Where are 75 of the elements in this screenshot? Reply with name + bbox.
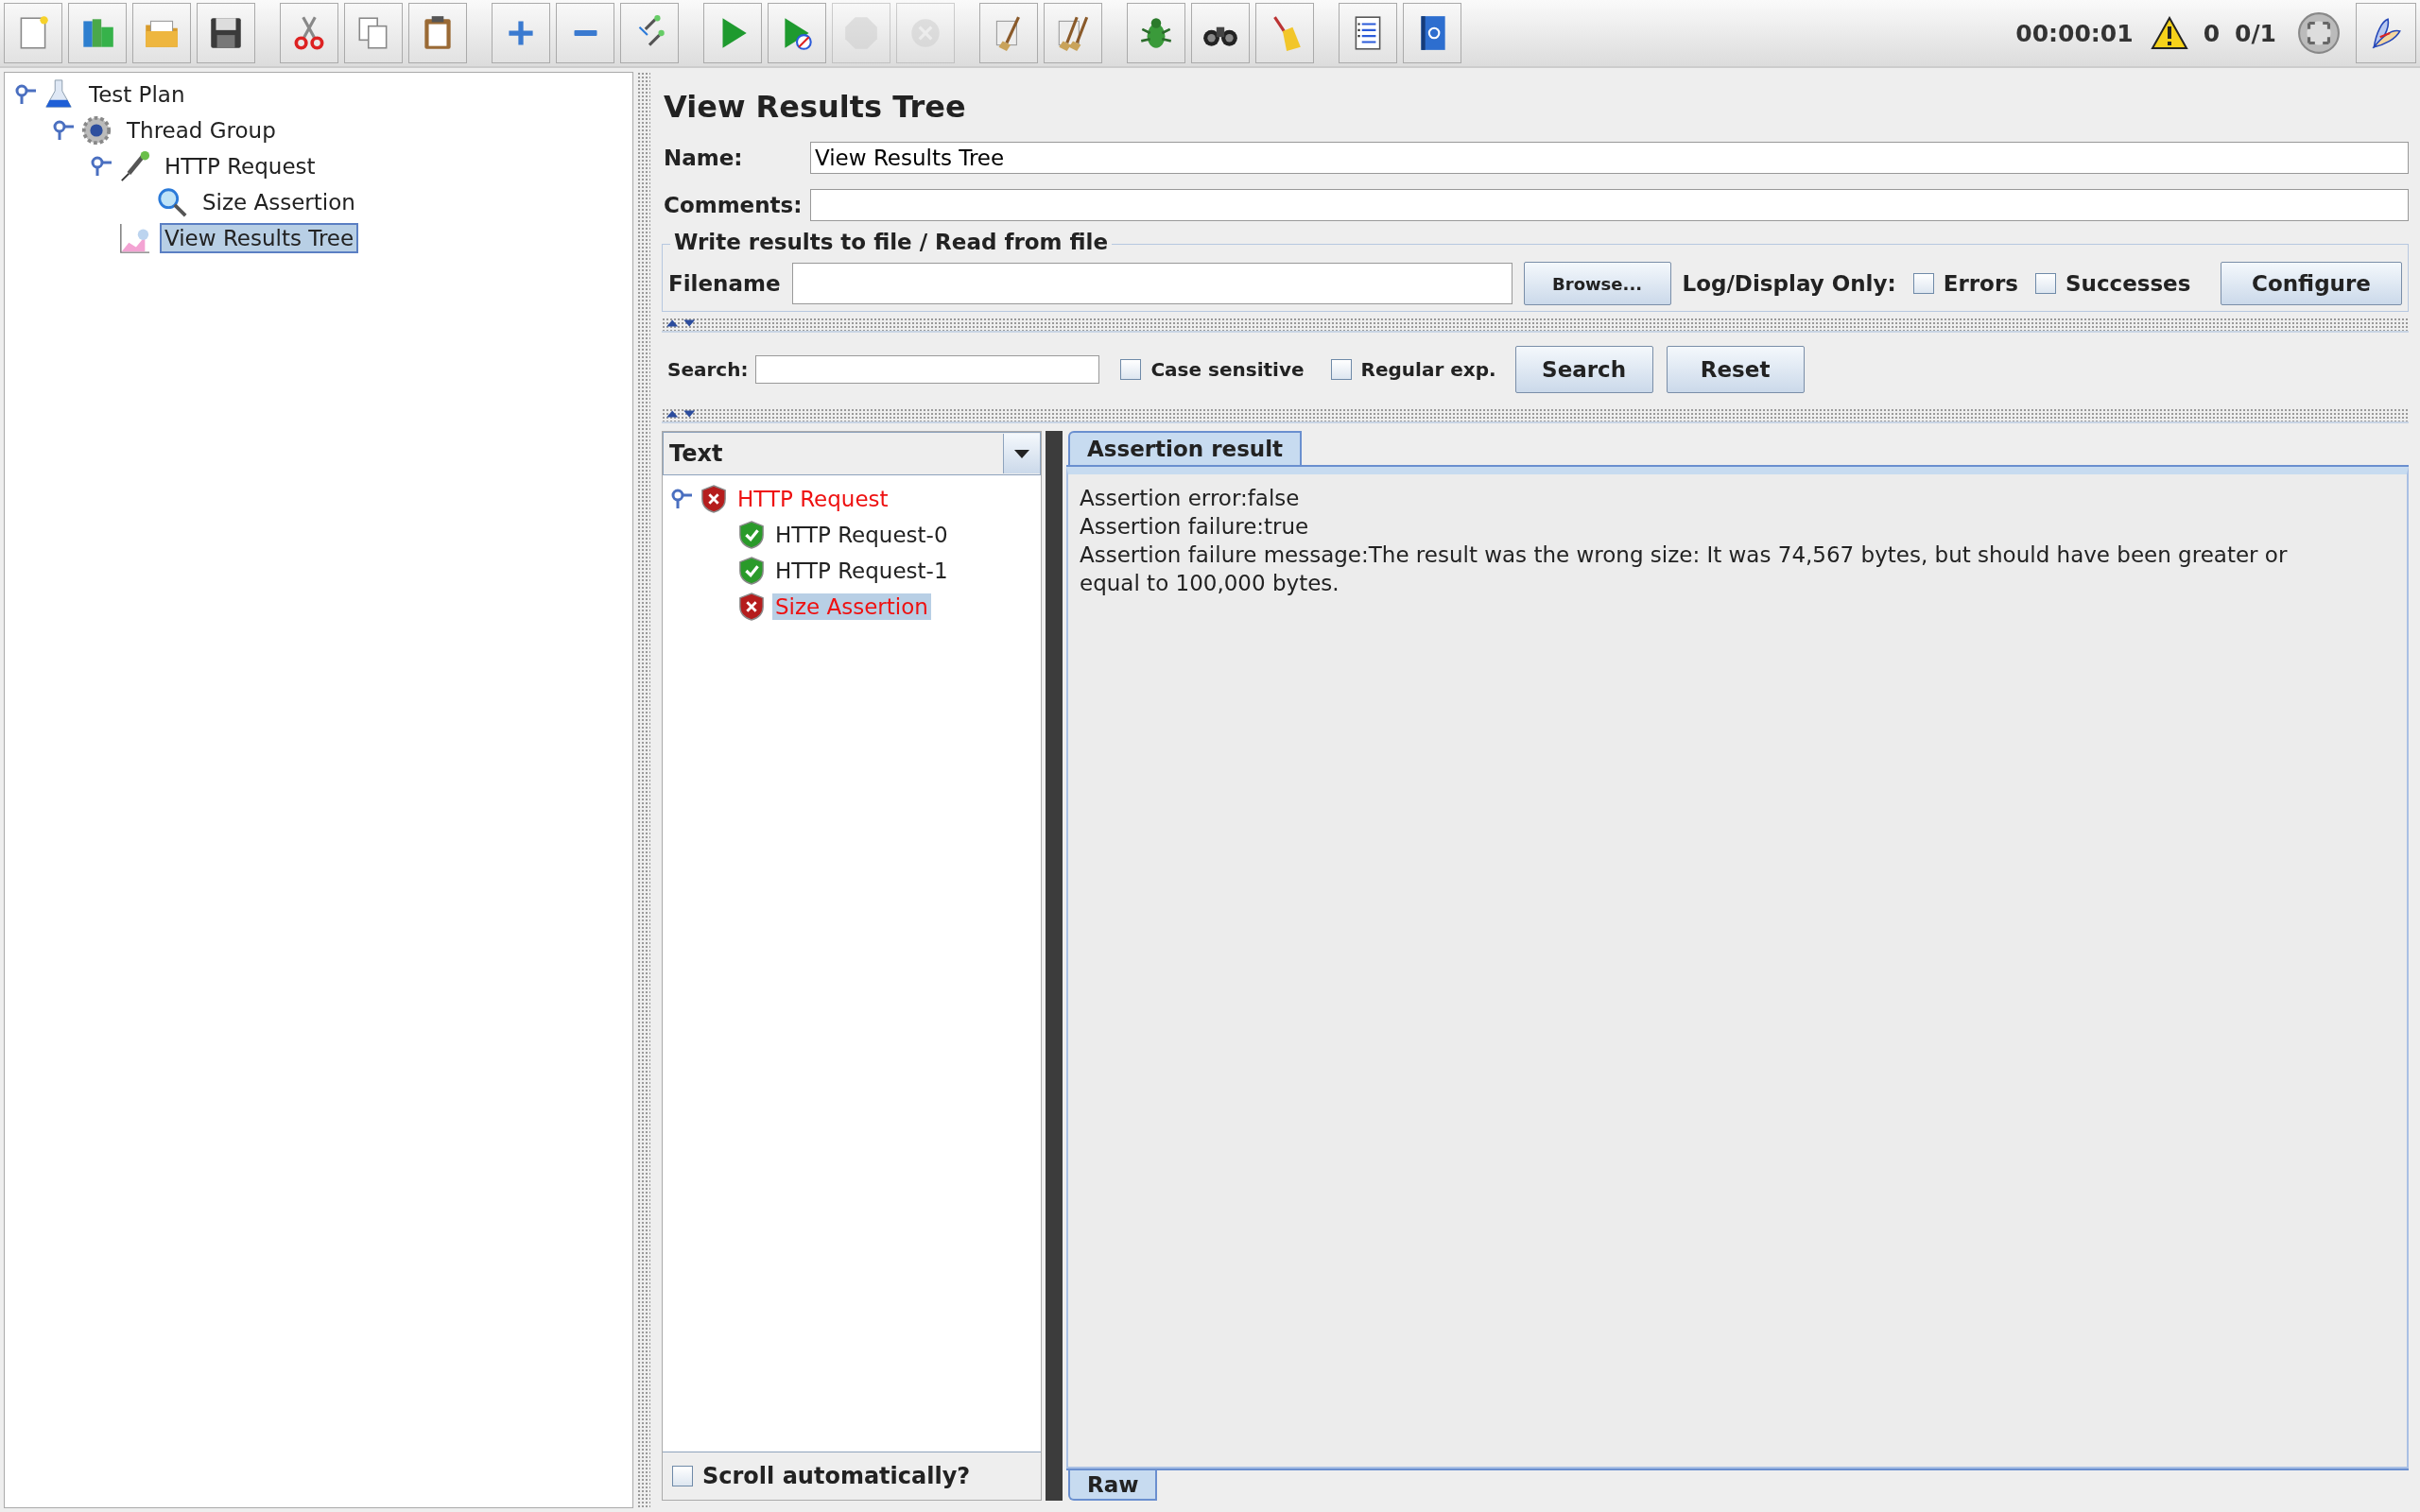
result-text-line: Assertion failure message:The result was the wrong size: It was 74,567 bytes, but should have been greater or equal to 100,000 bytes. [1080, 541, 2289, 597]
paste-button[interactable] [408, 3, 467, 63]
result-tab[interactable]: Assertion result [1068, 431, 1303, 465]
chart-icon [118, 222, 150, 254]
browse-button[interactable]: Browse... [1523, 262, 1671, 305]
comments-label: Comments: [663, 193, 804, 217]
result-item[interactable]: HTTP Request-1 [772, 558, 951, 584]
result-item[interactable]: HTTP Request [735, 486, 891, 512]
log-display-label: Log/Display Only: [1682, 271, 1896, 296]
search-button[interactable]: Search [1514, 346, 1653, 393]
error-shield-icon [700, 485, 727, 513]
tree-item[interactable]: Test Plan [84, 79, 190, 110]
search-option-checkbox[interactable]: Case sensitive [1120, 358, 1305, 381]
elapsed-time: 00:00:01 [2015, 19, 2134, 47]
name-field[interactable]: View Results Tree [810, 142, 2409, 174]
search-label: Search: [667, 358, 749, 381]
tree-item[interactable]: Thread Group [122, 115, 281, 146]
copy-button[interactable] [344, 3, 403, 63]
warning-count: 0 [2203, 19, 2221, 47]
panel-title: View Results Tree [664, 89, 967, 125]
toggle-button[interactable] [620, 3, 679, 63]
name-label: Name: [663, 146, 744, 170]
view-tab[interactable]: Raw [1068, 1470, 1158, 1501]
tree-item[interactable]: View Results Tree [160, 223, 359, 253]
result-text-line: Assertion error:false [1080, 485, 1301, 512]
feather-logo-button[interactable] [2356, 3, 2416, 63]
clear-button[interactable] [979, 3, 1038, 63]
thread-count: 0/1 [2235, 19, 2276, 47]
check-shield-icon [738, 521, 765, 549]
gear-icon [80, 114, 112, 146]
activity-indicator-icon [2297, 11, 2341, 55]
log-button[interactable] [1339, 3, 1397, 63]
expand-handle-icon[interactable] [14, 83, 37, 106]
warning-icon [2150, 16, 2188, 50]
configure-button[interactable]: Configure [2221, 262, 2402, 305]
renderer-dropdown[interactable]: Text [663, 432, 1041, 475]
broom-button[interactable] [1255, 3, 1314, 63]
flask-icon [43, 78, 75, 111]
cut-button[interactable] [280, 3, 338, 63]
result-text-line: Assertion failure:true [1080, 513, 1310, 541]
filename-field[interactable] [791, 263, 1512, 304]
minus-icon [572, 29, 598, 37]
scroll-automatically-checkbox[interactable]: Scroll automatically? [672, 1463, 971, 1489]
result-item[interactable]: HTTP Request-0 [772, 522, 951, 548]
search-option-checkbox[interactable]: Regular exp. [1330, 358, 1496, 381]
check-shield-icon [738, 557, 765, 585]
tree-item[interactable]: Size Assertion [198, 187, 360, 217]
save-button[interactable] [197, 3, 255, 63]
caret-icon [1012, 448, 1031, 459]
collapse-button[interactable] [556, 3, 614, 63]
search-button[interactable] [1191, 3, 1250, 63]
tree-item[interactable]: HTTP Request [160, 151, 320, 181]
expand-handle-icon[interactable] [52, 119, 75, 142]
help-button[interactable] [1403, 3, 1461, 63]
reset-button[interactable]: Reset [1666, 346, 1805, 393]
start-button[interactable] [703, 3, 762, 63]
expand-button[interactable] [492, 3, 550, 63]
group-title: Write results to file / Read from file [670, 230, 1113, 254]
filename-label: Filename [668, 271, 781, 296]
expand-handle-icon[interactable] [90, 155, 112, 178]
comments-field[interactable] [810, 189, 2409, 221]
filter-checkbox[interactable]: Successes [2034, 271, 2191, 296]
start-no-pauses-button[interactable] [768, 3, 826, 63]
expand-handle-icon[interactable] [670, 488, 693, 510]
pipette-icon [118, 150, 150, 182]
open-button[interactable] [132, 3, 191, 63]
splitter[interactable] [637, 72, 650, 1508]
search-field[interactable] [755, 355, 1100, 384]
templates-button[interactable] [68, 3, 127, 63]
bug-button[interactable] [1127, 3, 1185, 63]
new-button[interactable] [4, 3, 62, 63]
error-shield-icon [738, 593, 765, 621]
filter-checkbox[interactable]: Errors [1912, 271, 2018, 296]
magnifier-icon [156, 186, 188, 218]
clear-all-button[interactable] [1044, 3, 1102, 63]
